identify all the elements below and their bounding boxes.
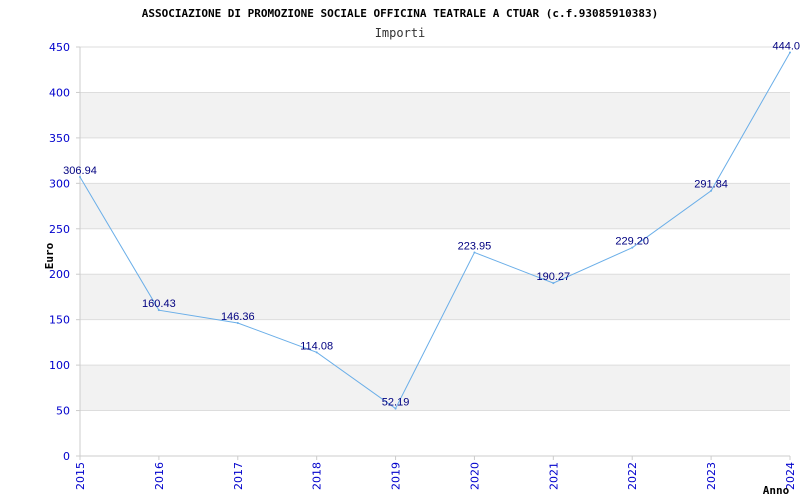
x-tick-label: 2019 [390,462,403,490]
x-axis-title: Anno [763,484,790,497]
x-tick-label: 2017 [232,462,245,490]
plot-band [80,183,790,229]
y-tick-label: 250 [49,223,70,236]
plot-bands [80,92,790,411]
y-tick-label: 450 [49,41,70,54]
x-tick-label: 2020 [468,462,481,490]
y-tick-label: 300 [49,177,70,190]
line-chart: 050100150200250300350400450 2015 2016 2017… [43,7,800,497]
y-tick-label: 400 [49,86,70,99]
x-tick-label: 2016 [153,462,166,490]
plot-band [80,274,790,320]
x-tick-label: 2015 [74,462,87,490]
x-axis-ticks: 2015 2016 2017 2018 2019 2020 2021 2022 2023 2024 [74,456,797,490]
y-tick-label: 100 [49,359,70,372]
x-tick-label: 2018 [311,462,324,490]
data-label: 444.0 [772,40,800,52]
chart-title: ASSOCIAZIONE DI PROMOZIONE SOCIALE OFFIC… [142,7,659,20]
data-label: 306.94 [63,165,97,177]
y-tick-label: 0 [63,450,70,463]
x-tick-label: 2021 [547,462,560,490]
data-label: 160.43 [142,298,176,310]
x-tick-label: 2022 [626,462,639,490]
plot-band [80,92,790,138]
data-label: 52.19 [382,397,410,409]
data-label: 229.20 [615,236,649,248]
data-label: 146.36 [221,311,255,323]
data-label: 114.08 [300,340,333,352]
x-tick-label: 2023 [705,462,718,490]
chart-subtitle: Importi [375,26,426,40]
plot-band [80,365,790,411]
y-tick-label: 50 [56,405,70,418]
y-tick-label: 350 [49,132,70,145]
y-axis-title: Euro [43,242,56,269]
data-label: 190.27 [537,271,571,283]
data-label: 291.84 [694,179,728,191]
y-tick-label: 150 [49,314,70,327]
data-label: 223.95 [458,240,492,252]
